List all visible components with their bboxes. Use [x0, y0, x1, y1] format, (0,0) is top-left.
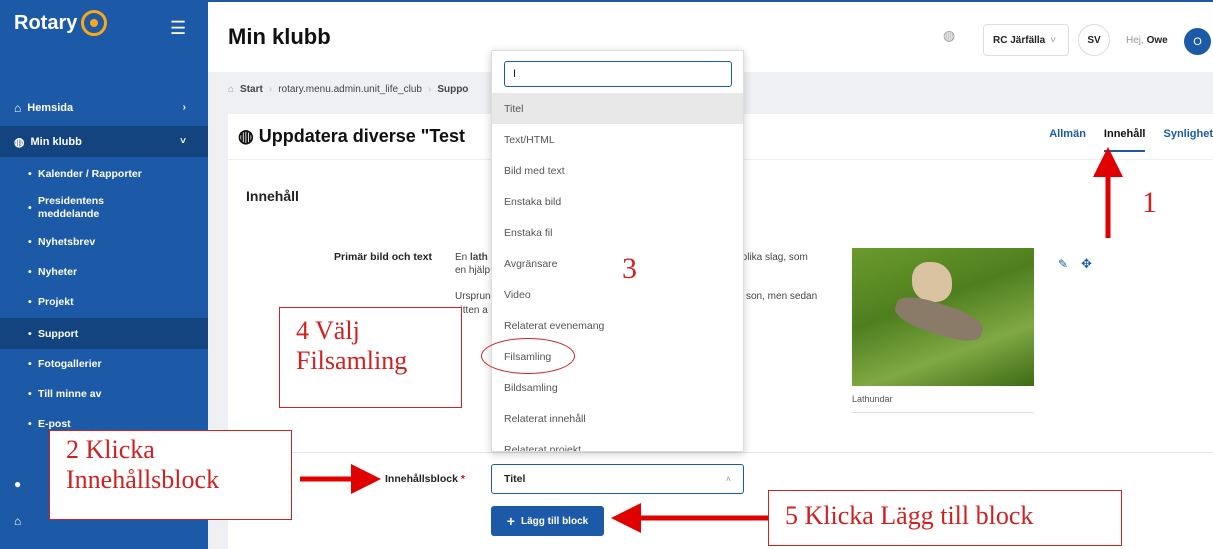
annotation-text: Filsamling	[296, 346, 408, 375]
annotation-step-1: 1	[1142, 186, 1157, 219]
annotation-text: 4 Välj	[296, 316, 360, 345]
annotation-circle-filsamling	[481, 338, 575, 374]
annotation-text: Innehållsblock	[66, 465, 220, 494]
annotation-text: 5 Klicka Lägg till block	[785, 501, 1034, 530]
annotation-step-4: 4 Välj Filsamling	[279, 307, 462, 408]
annotation-text: 2 Klicka	[66, 435, 155, 464]
annotation-step-5: 5 Klicka Lägg till block	[768, 490, 1122, 546]
annotation-step-2: 2 Klicka Innehållsblock	[49, 430, 292, 520]
annotation-step-3: 3	[622, 252, 637, 285]
